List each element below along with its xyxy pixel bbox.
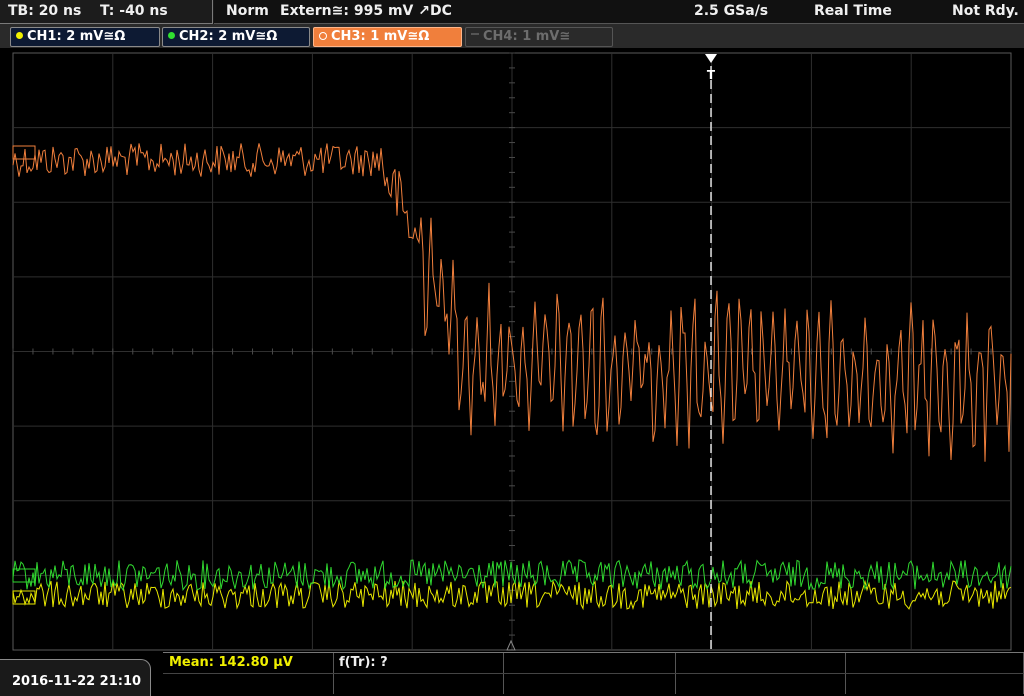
datetime-box: 2016-11-22 21:10 (0, 659, 151, 696)
trigger-marker-label: T (707, 68, 716, 82)
waveform-display[interactable]: T (0, 0, 1024, 695)
datetime-value: 2016-11-22 21:10 (12, 674, 142, 689)
measurement-panel[interactable]: Mean: 142.80 µV f(Tr): ? (163, 652, 1024, 696)
measurement-ftr: f(Tr): ? (339, 655, 388, 670)
measurement-mean: Mean: 142.80 µV (169, 655, 293, 670)
